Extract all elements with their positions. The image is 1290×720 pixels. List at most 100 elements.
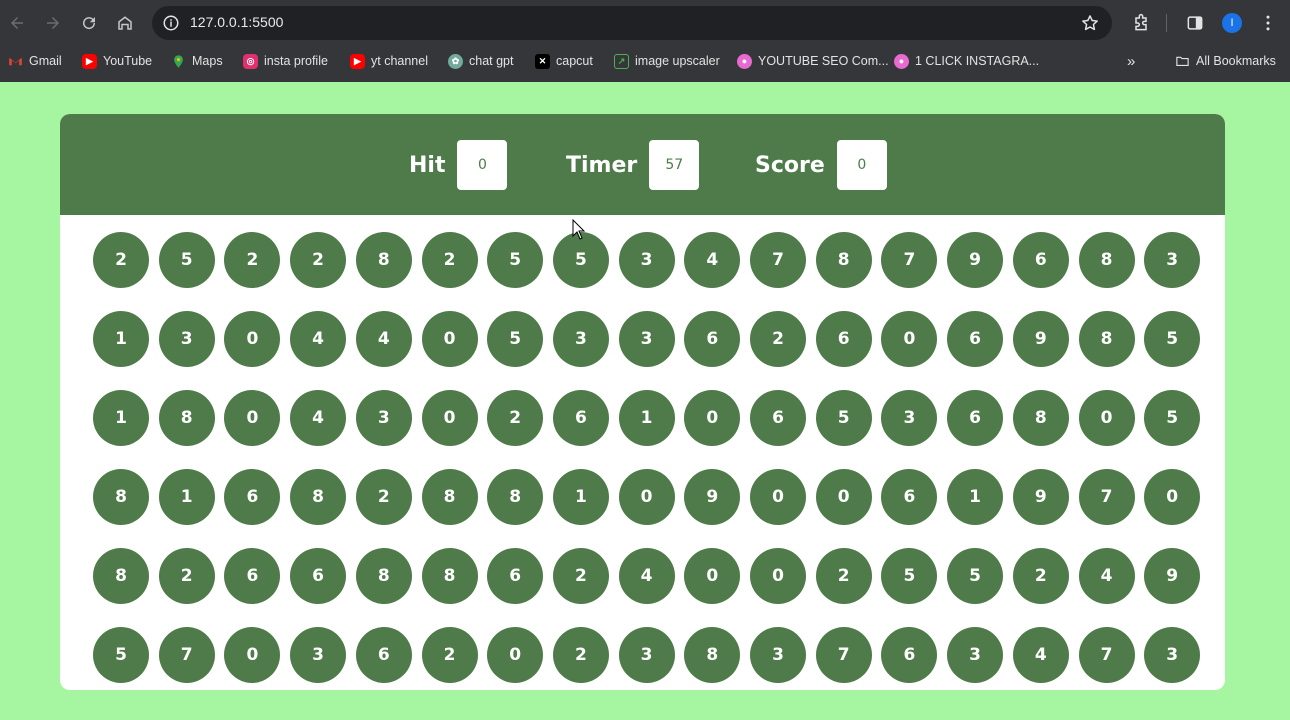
bubble[interactable]: 8 [487, 469, 544, 525]
bubble[interactable]: 8 [355, 232, 412, 288]
bubble[interactable]: 2 [290, 232, 347, 288]
bubble[interactable]: 0 [421, 390, 478, 446]
bookmark-youtube[interactable]: ▶ YouTube [82, 52, 152, 70]
bubble[interactable]: 0 [1144, 469, 1201, 525]
bubble[interactable]: 8 [93, 469, 149, 525]
bubble[interactable]: 2 [552, 627, 609, 683]
bubble[interactable]: 9 [1144, 548, 1201, 604]
bubble[interactable]: 6 [947, 390, 1004, 446]
bubble[interactable]: 0 [881, 311, 938, 367]
bookmark-gmail[interactable]: Gmail [8, 52, 62, 70]
bubble[interactable]: 6 [815, 311, 872, 367]
bubble[interactable]: 8 [421, 548, 478, 604]
bubble[interactable]: 8 [1078, 232, 1135, 288]
bookmark-insta-profile[interactable]: ◎ insta profile [243, 52, 328, 70]
bubble[interactable]: 8 [815, 232, 872, 288]
bubble[interactable]: 8 [1078, 311, 1135, 367]
bubble[interactable]: 7 [815, 627, 872, 683]
bubble[interactable]: 8 [93, 548, 149, 604]
bubble[interactable]: 6 [224, 548, 281, 604]
bubble[interactable]: 0 [618, 469, 675, 525]
bubble[interactable]: 0 [224, 390, 281, 446]
chevron-double-right-icon[interactable]: » [1127, 52, 1135, 70]
bubble[interactable]: 3 [618, 627, 675, 683]
bubble[interactable]: 3 [618, 311, 675, 367]
bubble[interactable]: 4 [618, 548, 675, 604]
bubble[interactable]: 2 [421, 627, 478, 683]
bubble[interactable]: 5 [1144, 311, 1201, 367]
bubble[interactable]: 2 [487, 390, 544, 446]
bubble[interactable]: 1 [947, 469, 1004, 525]
bubble[interactable]: 0 [421, 311, 478, 367]
bubble[interactable]: 1 [93, 390, 149, 446]
extensions-icon[interactable] [1130, 12, 1152, 34]
bubble[interactable]: 6 [881, 627, 938, 683]
bubble[interactable]: 7 [158, 627, 215, 683]
bubble[interactable]: 8 [158, 390, 215, 446]
bookmark-1-click-instagram[interactable]: ● 1 CLICK INSTAGRA... [894, 52, 1039, 70]
bubble[interactable]: 2 [1012, 548, 1069, 604]
more-menu-icon[interactable] [1257, 12, 1279, 34]
bubble[interactable]: 7 [1078, 627, 1135, 683]
bubble[interactable]: 5 [487, 232, 544, 288]
url-text[interactable]: 127.0.0.1:5500 [190, 14, 283, 30]
bubble[interactable]: 6 [487, 548, 544, 604]
bubble[interactable]: 2 [93, 232, 149, 288]
bubble[interactable]: 4 [290, 311, 347, 367]
bubble[interactable]: 1 [158, 469, 215, 525]
bubble[interactable]: 9 [947, 232, 1004, 288]
bookmark-chat-gpt[interactable]: ✿ chat gpt [448, 52, 513, 70]
side-panel-icon[interactable] [1184, 12, 1206, 34]
bubble[interactable]: 5 [1144, 390, 1201, 446]
bubble[interactable]: 3 [552, 311, 609, 367]
bubble[interactable]: 3 [881, 390, 938, 446]
bubble[interactable]: 2 [224, 232, 281, 288]
reload-icon[interactable] [77, 11, 101, 35]
address-bar[interactable]: 127.0.0.1:5500 [152, 6, 1112, 40]
bookmark-yt-channel[interactable]: ▶ yt channel [350, 52, 428, 70]
bubble[interactable]: 1 [618, 390, 675, 446]
bubble[interactable]: 8 [290, 469, 347, 525]
bubble[interactable]: 0 [815, 469, 872, 525]
bubble[interactable]: 0 [750, 548, 806, 604]
bookmark-maps[interactable]: Maps [171, 52, 223, 70]
bookmark-star-icon[interactable] [1080, 13, 1100, 33]
bubble[interactable]: 8 [684, 627, 741, 683]
bubble[interactable]: 0 [487, 627, 544, 683]
back-icon[interactable] [5, 11, 29, 35]
bubble[interactable]: 5 [947, 548, 1004, 604]
bubble[interactable]: 8 [355, 548, 412, 604]
bubble[interactable]: 1 [552, 469, 609, 525]
bubble[interactable]: 4 [1078, 548, 1135, 604]
bubble[interactable]: 6 [750, 390, 806, 446]
bubble[interactable]: 7 [1078, 469, 1135, 525]
bubble[interactable]: 0 [224, 627, 281, 683]
bubble[interactable]: 2 [815, 548, 872, 604]
bubble[interactable]: 0 [224, 311, 281, 367]
bubble[interactable]: 6 [290, 548, 347, 604]
bubble[interactable]: 9 [1012, 311, 1069, 367]
bubble[interactable]: 2 [158, 548, 215, 604]
bubble[interactable]: 5 [815, 390, 872, 446]
bubble[interactable]: 6 [224, 469, 281, 525]
site-info-icon[interactable] [162, 14, 180, 32]
bubble[interactable]: 6 [947, 311, 1004, 367]
bookmark-capcut[interactable]: ✕ capcut [535, 52, 593, 70]
bubble[interactable]: 0 [684, 548, 741, 604]
bubble[interactable]: 3 [947, 627, 1004, 683]
bubble[interactable]: 6 [1012, 232, 1069, 288]
bubble[interactable]: 0 [750, 469, 806, 525]
bubble[interactable]: 4 [290, 390, 347, 446]
bookmark-image-upscaler[interactable]: ↗ image upscaler [614, 52, 720, 70]
bubble[interactable]: 3 [1144, 627, 1201, 683]
profile-avatar[interactable]: I [1222, 13, 1242, 33]
bubble[interactable]: 6 [355, 627, 412, 683]
home-icon[interactable] [113, 11, 137, 35]
bubble[interactable]: 3 [750, 627, 806, 683]
all-bookmarks-button[interactable]: All Bookmarks [1175, 52, 1276, 70]
bubble[interactable]: 0 [1078, 390, 1135, 446]
bubble[interactable]: 6 [684, 311, 741, 367]
bubble[interactable]: 2 [750, 311, 806, 367]
bubble[interactable]: 4 [355, 311, 412, 367]
bubble[interactable]: 7 [881, 232, 938, 288]
